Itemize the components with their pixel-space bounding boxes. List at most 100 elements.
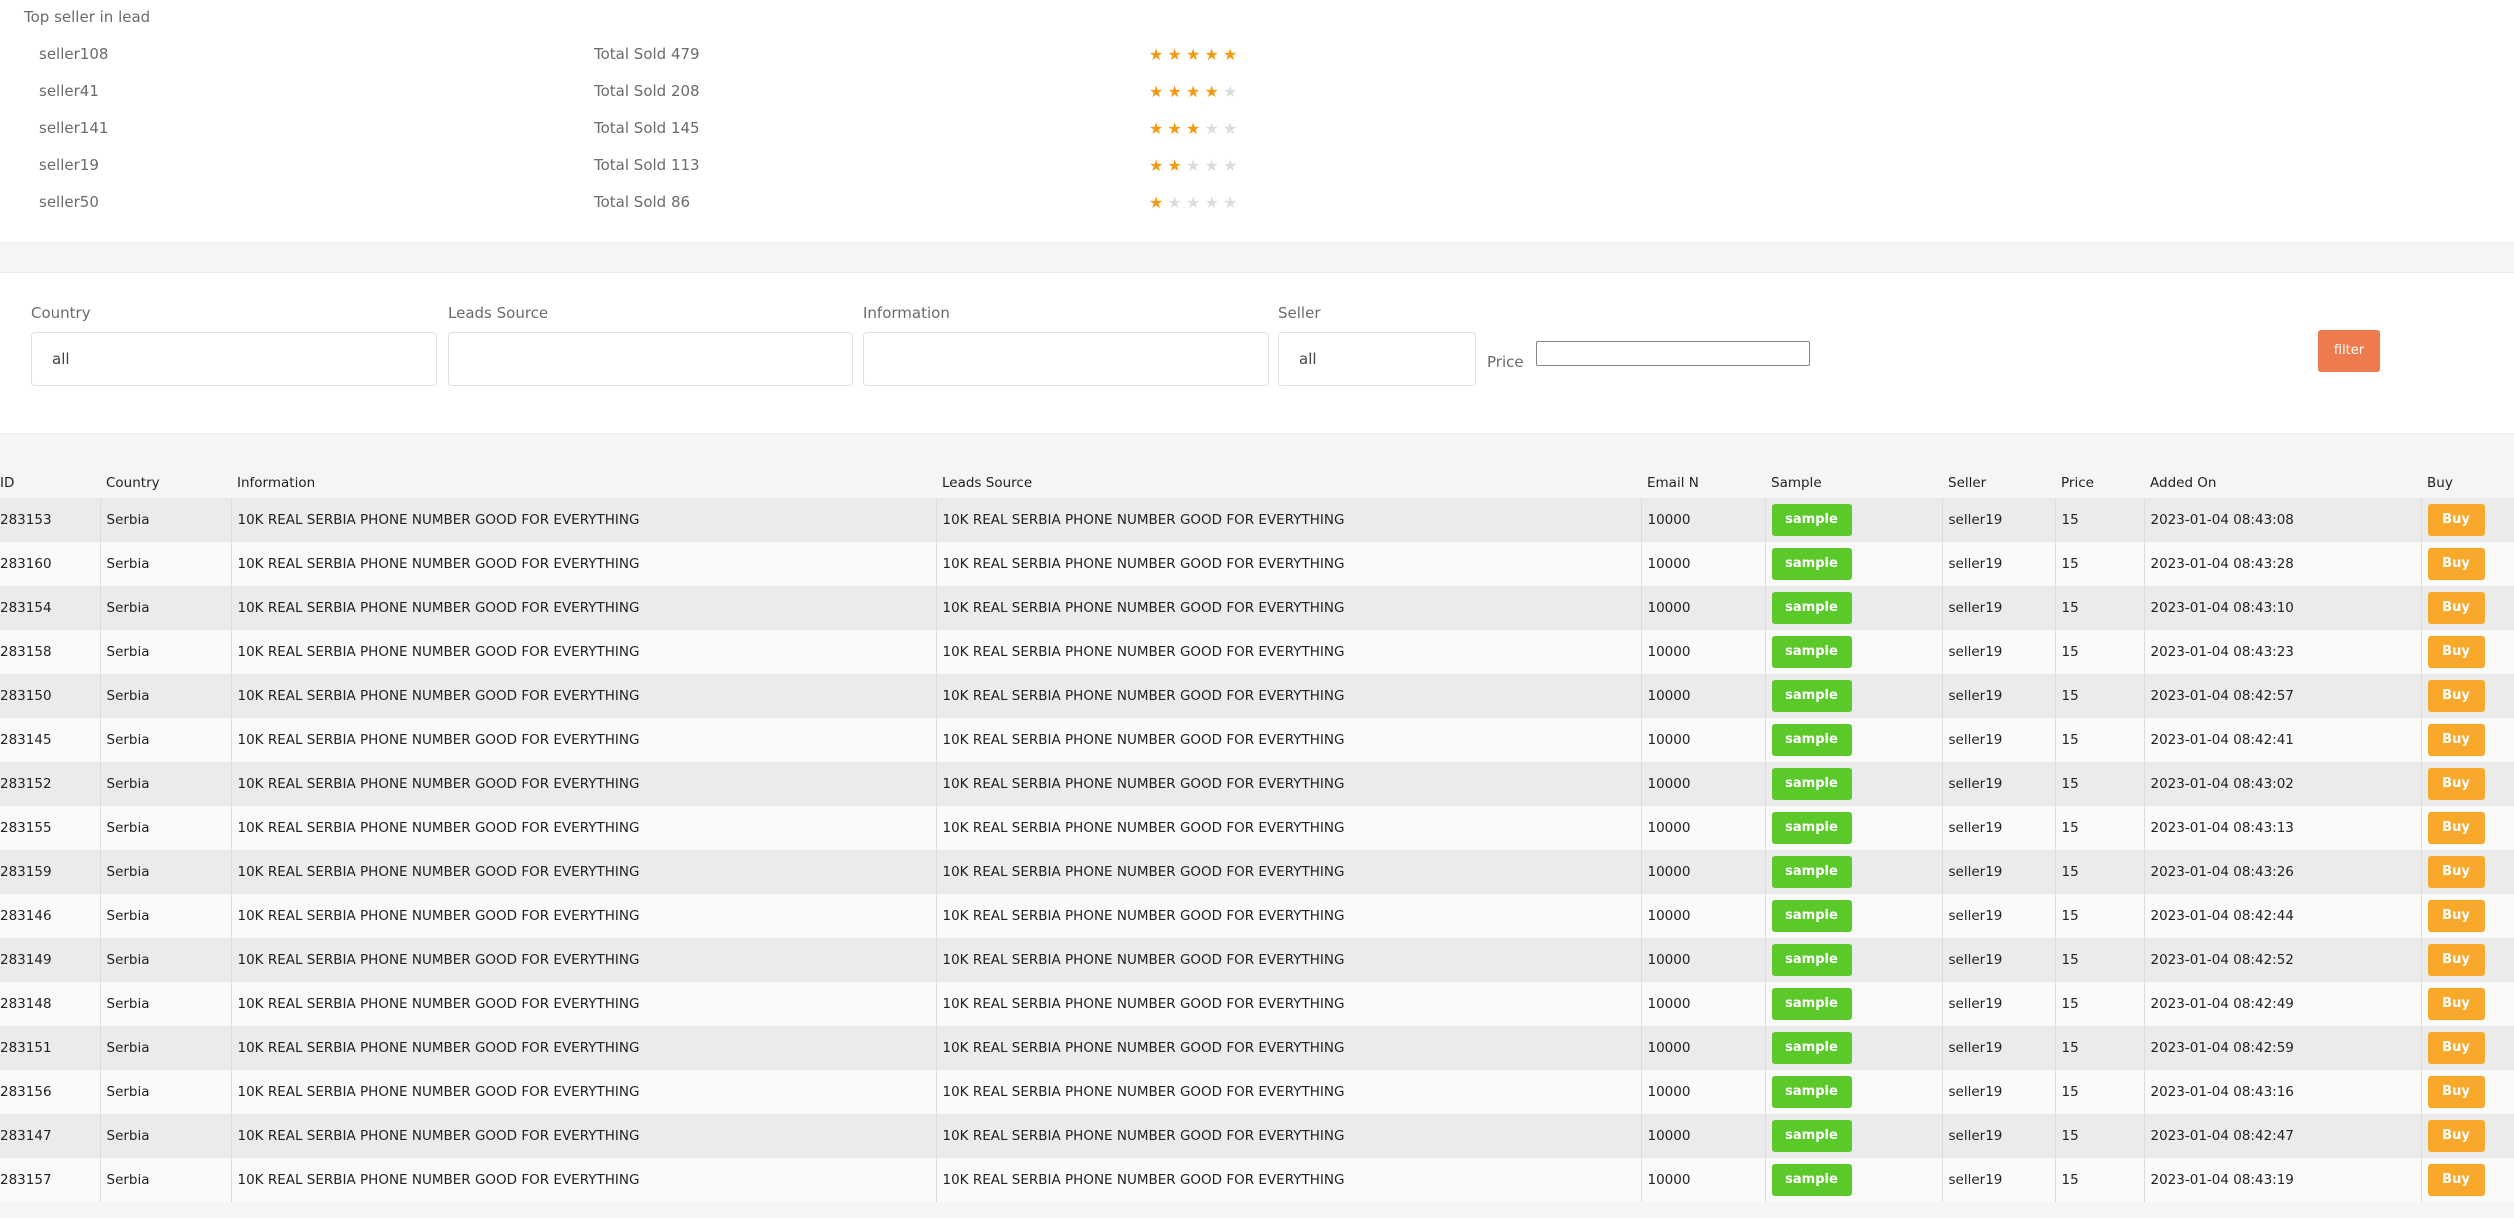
cell-email-n: 10000 — [1640, 850, 1765, 894]
star-empty-icon: ★ — [1204, 193, 1219, 212]
cell-information: 10K REAL SERBIA PHONE NUMBER GOOD FOR EV… — [230, 850, 936, 894]
column-header-added-on: Added On — [2150, 475, 2217, 491]
cell-leads-source: 10K REAL SERBIA PHONE NUMBER GOOD FOR EV… — [935, 1158, 1641, 1202]
leads-table-wrapper: ID Country Information Leads Source Email N S… — [0, 468, 2514, 1202]
sample-button[interactable]: sample — [1771, 724, 1852, 756]
cell-seller: seller19 — [1941, 586, 2055, 630]
country-select[interactable]: all — [31, 332, 437, 386]
cell-added-on: 2023-01-04 08:42:49 — [2143, 982, 2421, 1026]
star-empty-icon: ★ — [1223, 193, 1238, 212]
sample-button[interactable]: sample — [1771, 1076, 1852, 1108]
table-row: 283155 Serbia 10K REAL SERBIA PHONE NUMBER… — [0, 806, 2514, 850]
sample-button[interactable]: sample — [1771, 768, 1852, 800]
buy-button[interactable]: Buy — [2427, 724, 2485, 756]
seller-name: seller41 — [39, 82, 99, 100]
sample-button[interactable]: sample — [1771, 1032, 1852, 1064]
cell-price: 15 — [2054, 718, 2144, 762]
cell-information: 10K REAL SERBIA PHONE NUMBER GOOD FOR EV… — [230, 1070, 936, 1114]
cell-price: 15 — [2054, 806, 2144, 850]
sample-button[interactable]: sample — [1771, 1120, 1852, 1152]
seller-name: seller141 — [39, 119, 109, 137]
cell-buy: Buy — [2420, 850, 2514, 894]
cell-sample: sample — [1764, 630, 1942, 674]
cell-country: Serbia — [99, 762, 231, 806]
cell-information: 10K REAL SERBIA PHONE NUMBER GOOD FOR EV… — [230, 1114, 936, 1158]
sample-button[interactable]: sample — [1771, 1164, 1852, 1196]
top-seller-title: Top seller in lead — [24, 8, 151, 26]
star-filled-icon: ★ — [1186, 119, 1201, 138]
cell-added-on: 2023-01-04 08:42:47 — [2143, 1114, 2421, 1158]
sample-button[interactable]: sample — [1771, 812, 1852, 844]
table-row: 283154 Serbia 10K REAL SERBIA PHONE NUMBER… — [0, 586, 2514, 630]
sample-button[interactable]: sample — [1771, 944, 1852, 976]
column-header-price: Price — [2061, 475, 2094, 491]
buy-button[interactable]: Buy — [2427, 1120, 2485, 1152]
star-empty-icon: ★ — [1223, 82, 1238, 101]
sample-button[interactable]: sample — [1771, 856, 1852, 888]
cell-leads-source: 10K REAL SERBIA PHONE NUMBER GOOD FOR EV… — [935, 630, 1641, 674]
cell-seller: seller19 — [1941, 1114, 2055, 1158]
seller-rating: ★ ★ ★ ★ ★ — [1149, 110, 1242, 147]
cell-id: 283147 — [0, 1114, 100, 1158]
buy-button[interactable]: Buy — [2427, 636, 2485, 668]
buy-button[interactable]: Buy — [2427, 988, 2485, 1020]
sample-button[interactable]: sample — [1771, 548, 1852, 580]
column-header-buy: Buy — [2427, 475, 2453, 491]
cell-seller: seller19 — [1941, 674, 2055, 718]
cell-leads-source: 10K REAL SERBIA PHONE NUMBER GOOD FOR EV… — [935, 850, 1641, 894]
cell-price: 15 — [2054, 1026, 2144, 1070]
sample-button[interactable]: sample — [1771, 900, 1852, 932]
top-seller-row: seller141 Total Sold 145 ★ ★ ★ ★ ★ — [0, 110, 2514, 147]
sample-button[interactable]: sample — [1771, 504, 1852, 536]
cell-buy: Buy — [2420, 938, 2514, 982]
table-row: 283153 Serbia 10K REAL SERBIA PHONE NUMBER… — [0, 498, 2514, 542]
buy-button[interactable]: Buy — [2427, 1032, 2485, 1064]
cell-sample: sample — [1764, 762, 1942, 806]
seller-total-sold: Total Sold 145 — [594, 119, 700, 137]
cell-id: 283148 — [0, 982, 100, 1026]
cell-seller: seller19 — [1941, 938, 2055, 982]
cell-id: 283155 — [0, 806, 100, 850]
sample-button[interactable]: sample — [1771, 680, 1852, 712]
star-filled-icon: ★ — [1186, 45, 1201, 64]
cell-information: 10K REAL SERBIA PHONE NUMBER GOOD FOR EV… — [230, 542, 936, 586]
buy-button[interactable]: Buy — [2427, 944, 2485, 976]
buy-button[interactable]: Buy — [2427, 1164, 2485, 1196]
table-row: 283160 Serbia 10K REAL SERBIA PHONE NUMBER… — [0, 542, 2514, 586]
seller-total-sold: Total Sold 208 — [594, 82, 700, 100]
cell-added-on: 2023-01-04 08:43:26 — [2143, 850, 2421, 894]
top-seller-row: seller19 Total Sold 113 ★ ★ ★ ★ ★ — [0, 147, 2514, 184]
cell-id: 283149 — [0, 938, 100, 982]
buy-button[interactable]: Buy — [2427, 592, 2485, 624]
cell-email-n: 10000 — [1640, 1070, 1765, 1114]
buy-button[interactable]: Buy — [2427, 856, 2485, 888]
buy-button[interactable]: Buy — [2427, 900, 2485, 932]
buy-button[interactable]: Buy — [2427, 680, 2485, 712]
buy-button[interactable]: Buy — [2427, 768, 2485, 800]
buy-button[interactable]: Buy — [2427, 548, 2485, 580]
cell-information: 10K REAL SERBIA PHONE NUMBER GOOD FOR EV… — [230, 586, 936, 630]
seller-select[interactable]: all — [1278, 332, 1476, 386]
cell-seller: seller19 — [1941, 498, 2055, 542]
cell-email-n: 10000 — [1640, 806, 1765, 850]
price-input[interactable] — [1536, 341, 1810, 366]
cell-id: 283145 — [0, 718, 100, 762]
cell-added-on: 2023-01-04 08:43:16 — [2143, 1070, 2421, 1114]
leads-source-input[interactable] — [448, 332, 853, 386]
cell-email-n: 10000 — [1640, 674, 1765, 718]
sample-button[interactable]: sample — [1771, 592, 1852, 624]
cell-email-n: 10000 — [1640, 630, 1765, 674]
buy-button[interactable]: Buy — [2427, 504, 2485, 536]
sample-button[interactable]: sample — [1771, 636, 1852, 668]
sample-button[interactable]: sample — [1771, 988, 1852, 1020]
column-header-country: Country — [106, 475, 160, 491]
buy-button[interactable]: Buy — [2427, 812, 2485, 844]
filter-button[interactable]: filter — [2318, 330, 2380, 372]
cell-country: Serbia — [99, 1026, 231, 1070]
buy-button[interactable]: Buy — [2427, 1076, 2485, 1108]
cell-email-n: 10000 — [1640, 586, 1765, 630]
information-input[interactable] — [863, 332, 1269, 386]
column-header-leads-source: Leads Source — [942, 475, 1033, 491]
cell-seller: seller19 — [1941, 718, 2055, 762]
table-row: 283146 Serbia 10K REAL SERBIA PHONE NUMBER… — [0, 894, 2514, 938]
